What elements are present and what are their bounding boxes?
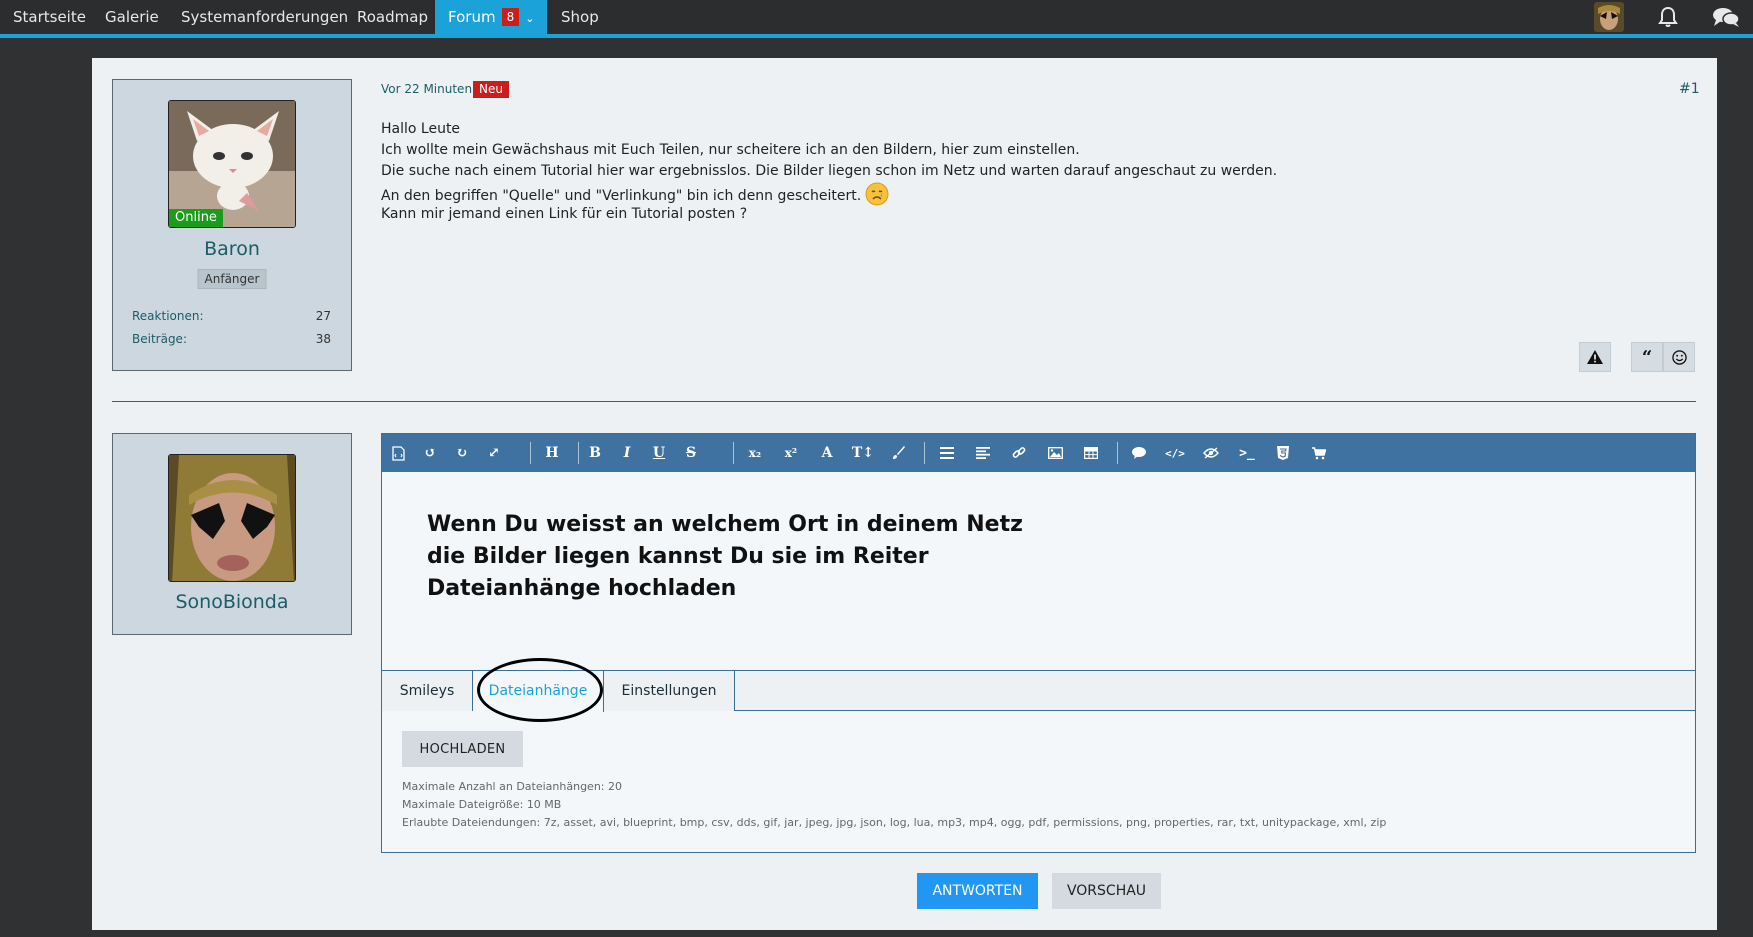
post-text-line: Hallo Leute: [381, 121, 461, 137]
tab-dateianhaenge[interactable]: Dateianhänge: [473, 671, 604, 712]
toolbar-divider: [924, 442, 925, 464]
list-icon[interactable]: [934, 440, 960, 466]
underline-icon[interactable]: U: [646, 440, 672, 466]
editor-content[interactable]: Wenn Du weisst an welchem Ort in deinem …: [427, 509, 1047, 605]
heading-icon[interactable]: H: [539, 440, 565, 466]
align-icon[interactable]: [970, 440, 996, 466]
post-separator: [112, 401, 1696, 402]
preview-button[interactable]: VORSCHAU: [1052, 873, 1161, 909]
post-author-box: Online Baron Anfänger Reaktionen: 27 Bei…: [112, 79, 352, 371]
forum-unread-badge: 8: [501, 8, 520, 26]
author-name[interactable]: Baron: [113, 238, 351, 260]
table-icon[interactable]: [1078, 440, 1104, 466]
top-navigation: Startseite Galerie Systemanforderungen R…: [0, 0, 1753, 38]
image-icon[interactable]: [1042, 440, 1068, 466]
tab-einstellungen[interactable]: Einstellungen: [604, 671, 735, 711]
quote-button[interactable]: “: [1631, 342, 1663, 372]
author-avatar[interactable]: Online: [168, 100, 296, 228]
fullscreen-icon[interactable]: ⤢: [481, 440, 507, 466]
paint-brush-icon[interactable]: [886, 440, 912, 466]
editor-toolbar: ↺ ↻ ⤢ H B I U S x₂ x² A T↕ </> >_: [382, 434, 1695, 472]
subscript-icon[interactable]: x₂: [742, 440, 768, 466]
post-text-line-content: An den begriffen "Quelle" und "Verlinkun…: [381, 188, 862, 204]
upload-limit-count: Maximale Anzahl an Dateianhängen: 20: [402, 780, 622, 793]
toolbar-divider: [733, 442, 734, 464]
stat-label-reactions: Reaktionen:: [132, 309, 204, 323]
warning-icon: [1587, 350, 1603, 364]
post-text-line: Kann mir jemand einen Link für ein Tutor…: [381, 206, 748, 222]
reply-editor: ↺ ↻ ⤢ H B I U S x₂ x² A T↕ </> >_ Wenn D…: [381, 433, 1696, 853]
quote-bubble-icon[interactable]: [1126, 440, 1152, 466]
italic-icon[interactable]: I: [614, 440, 640, 466]
undo-icon[interactable]: ↺: [417, 440, 443, 466]
quote-icon: “: [1641, 346, 1653, 368]
nav-shop[interactable]: Shop: [548, 0, 612, 34]
toolbar-divider: [530, 442, 531, 464]
font-icon[interactable]: A: [814, 440, 840, 466]
spoiler-icon[interactable]: [1198, 440, 1224, 466]
chevron-down-icon: ⌄: [525, 12, 535, 25]
reaction-button[interactable]: [1663, 342, 1695, 372]
online-status-badge: Online: [169, 209, 223, 227]
submit-reply-button[interactable]: ANTWORTEN: [917, 873, 1038, 909]
source-icon[interactable]: [385, 440, 411, 466]
cart-icon[interactable]: [1306, 440, 1332, 466]
author-rank: Anfänger: [197, 269, 267, 289]
user-menu-avatar[interactable]: [1594, 2, 1624, 32]
bell-icon[interactable]: [1656, 6, 1680, 28]
upload-button[interactable]: HOCHLADEN: [402, 731, 523, 767]
report-button[interactable]: [1579, 342, 1611, 372]
stat-value-reactions: 27: [315, 309, 331, 323]
stat-value-posts: 38: [315, 332, 331, 346]
post-text-line: Ich wollte mein Gewächshaus mit Euch Tei…: [381, 142, 1080, 158]
post-text-line: Die suche nach einem Tutorial hier war e…: [381, 163, 1278, 179]
chat-bubbles-icon[interactable]: [1712, 6, 1740, 28]
smiley-icon: [1671, 349, 1687, 365]
nav-roadmap[interactable]: Roadmap: [344, 0, 441, 34]
reply-author-box: SonoBionda: [112, 433, 352, 635]
reply-author-avatar[interactable]: [168, 454, 296, 582]
font-size-icon[interactable]: T↕: [850, 440, 876, 466]
terminal-icon[interactable]: >_: [1234, 440, 1260, 466]
toolbar-divider: [1117, 442, 1118, 464]
upload-allowed-extensions: Erlaubte Dateiendungen: 7z, asset, avi, …: [402, 816, 1387, 829]
code-icon[interactable]: </>: [1162, 440, 1188, 466]
toolbar-divider: [578, 442, 579, 464]
link-icon[interactable]: [1006, 440, 1032, 466]
stat-label-posts: Beiträge:: [132, 332, 187, 346]
bold-icon[interactable]: B: [582, 440, 608, 466]
tab-smileys[interactable]: Smileys: [382, 671, 473, 711]
nav-systemanforderungen[interactable]: Systemanforderungen: [168, 0, 361, 34]
post-timestamp[interactable]: Vor 22 Minuten: [381, 82, 472, 96]
crying-emoji-icon: [865, 182, 889, 206]
editor-tabs: Smileys Dateianhänge Einstellungen: [382, 670, 1695, 712]
superscript-icon[interactable]: x²: [778, 440, 804, 466]
new-badge: Neu: [473, 81, 509, 98]
post-text-line: An den begriffen "Quelle" und "Verlinkun…: [381, 182, 889, 206]
nav-forum[interactable]: Forum 8 ⌄: [435, 0, 547, 34]
strikethrough-icon[interactable]: S: [678, 440, 704, 466]
upload-limit-size: Maximale Dateigröße: 10 MB: [402, 798, 562, 811]
post-number[interactable]: #1: [1679, 81, 1700, 97]
reply-author-name[interactable]: SonoBionda: [113, 591, 351, 613]
redo-icon[interactable]: ↻: [449, 440, 475, 466]
html5-icon[interactable]: [1270, 440, 1296, 466]
nav-startseite[interactable]: Startseite: [0, 0, 99, 34]
nav-galerie[interactable]: Galerie: [92, 0, 172, 34]
